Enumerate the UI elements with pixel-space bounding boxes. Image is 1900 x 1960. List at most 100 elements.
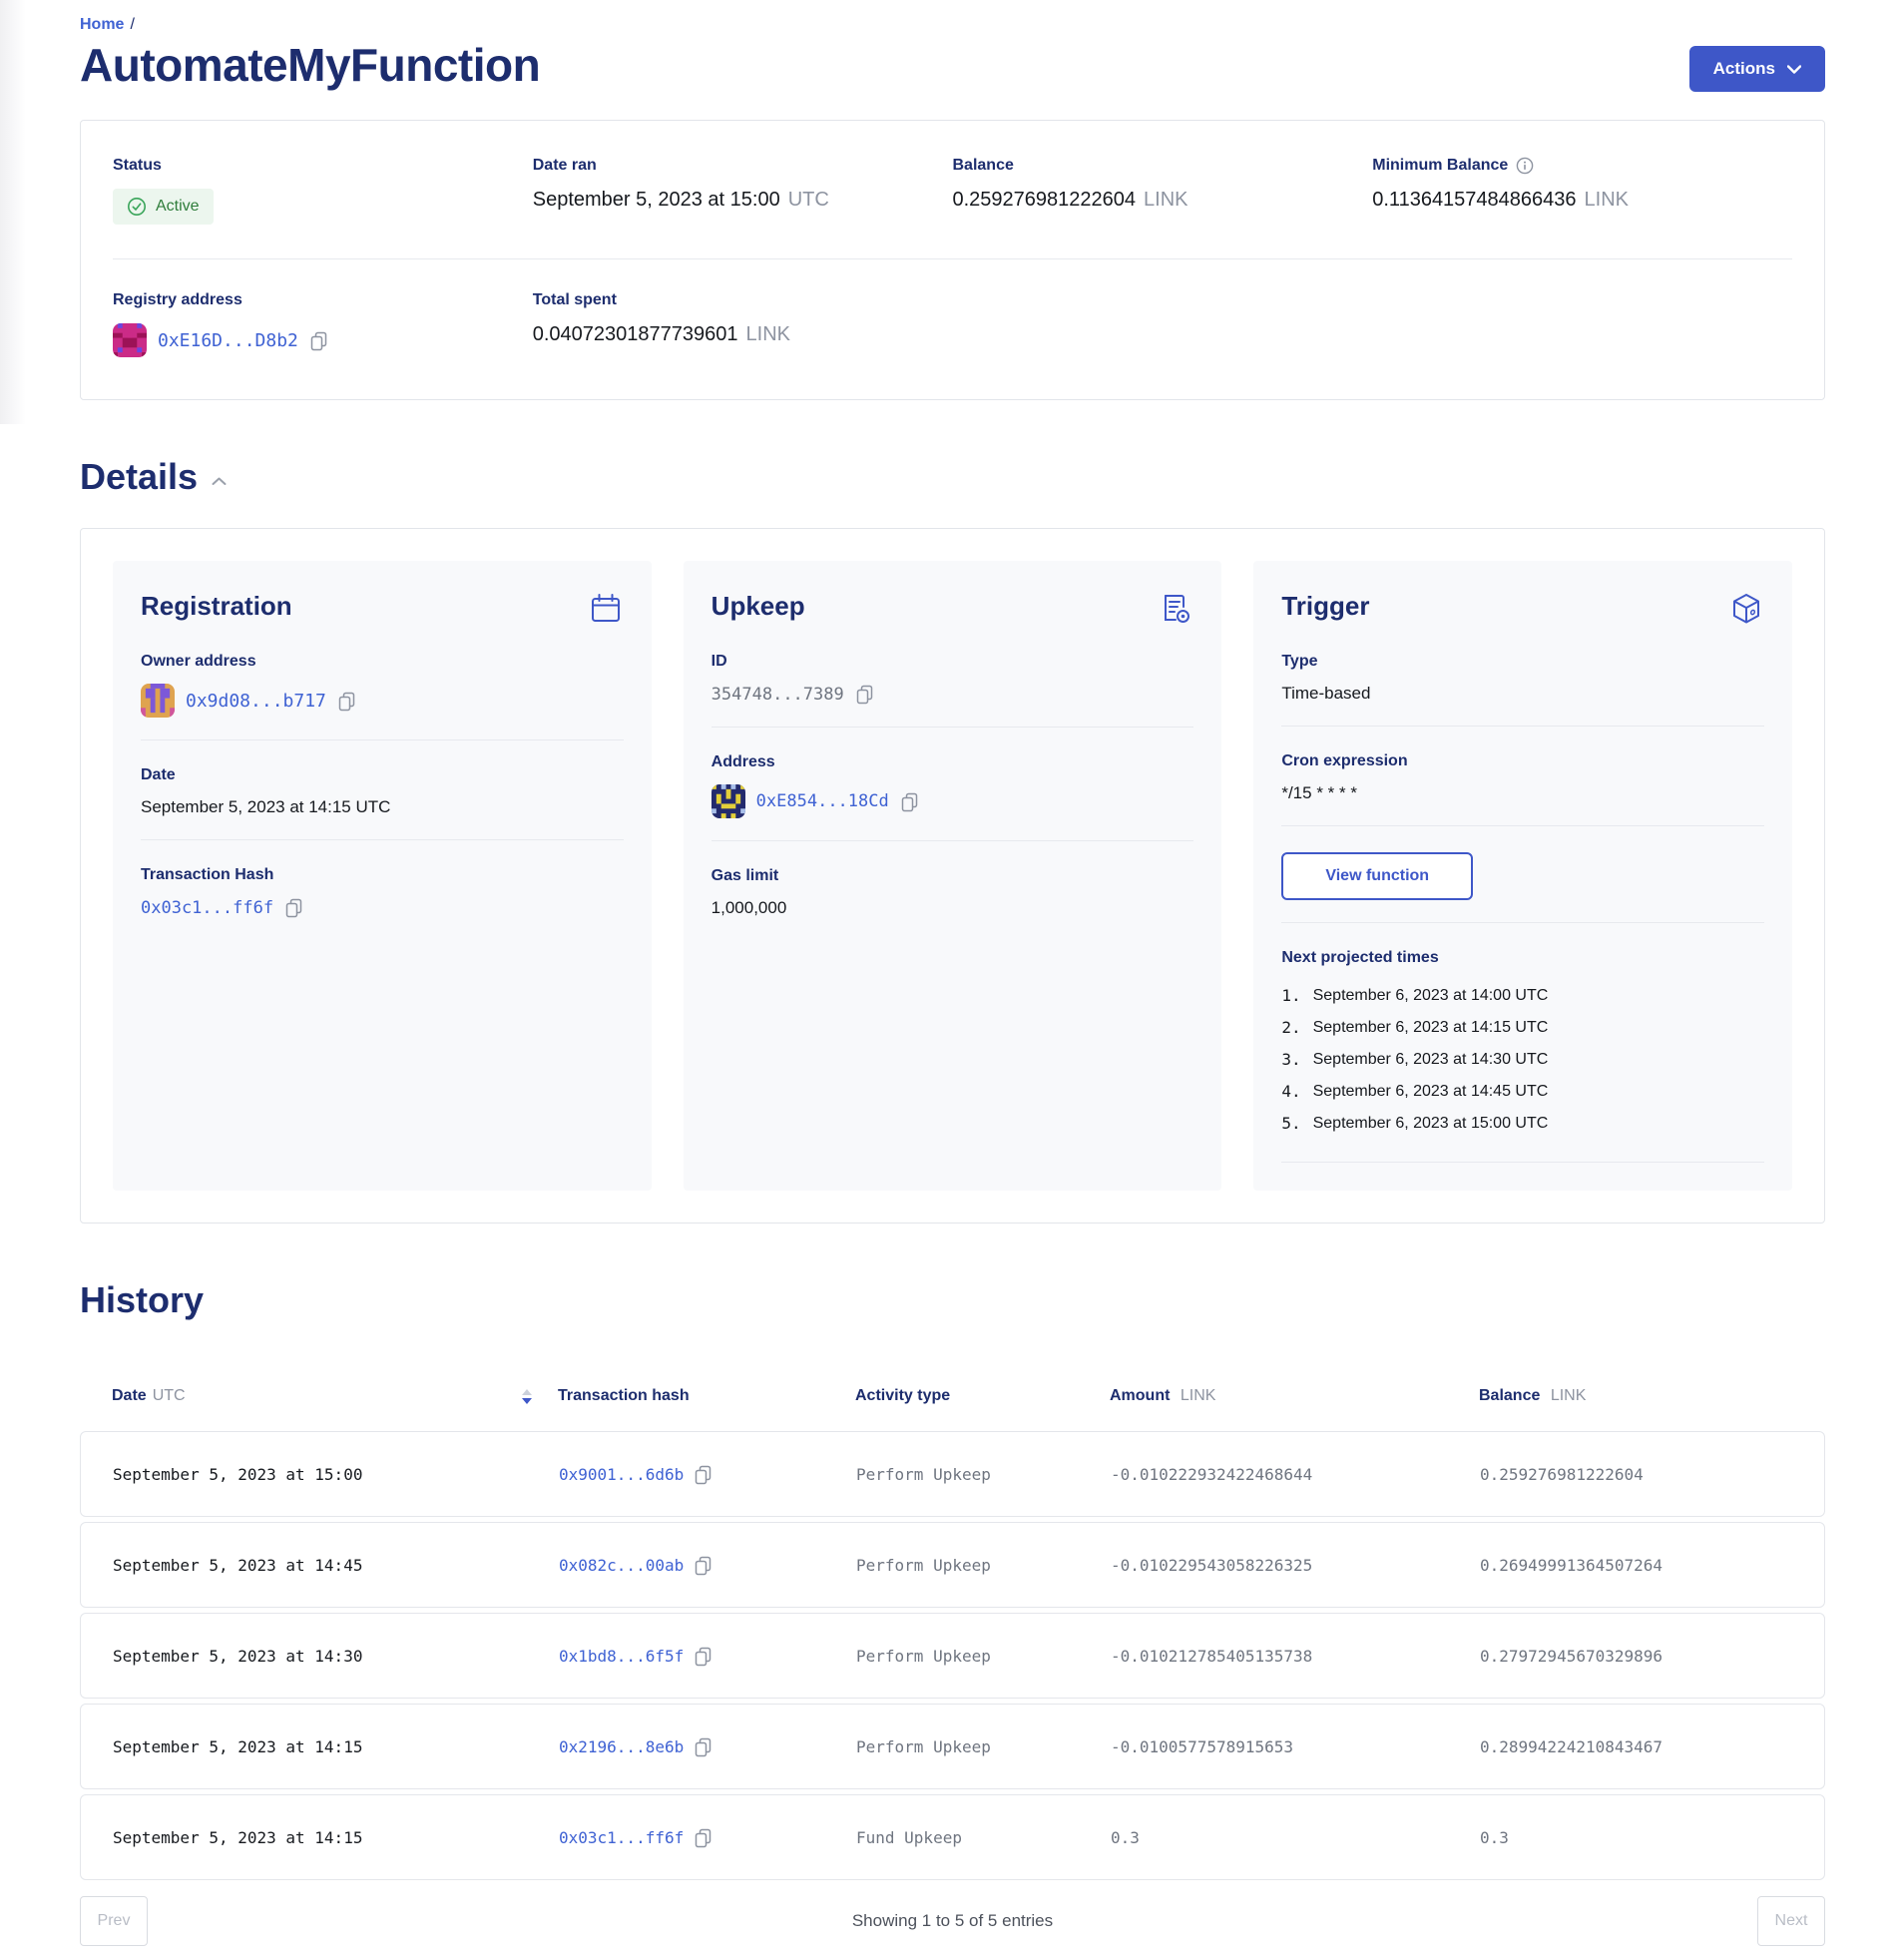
column-header-activity: Activity type [855,1387,1110,1405]
table-row: September 5, 2023 at 14:45 0x082c...00ab… [80,1522,1825,1608]
registration-tx-group: Transaction Hash 0x03c1...ff6f [141,866,624,940]
row-hash-link[interactable]: 0x9001...6d6b [559,1465,684,1484]
copy-icon[interactable] [900,791,919,812]
registry-address-link[interactable]: 0xE16D...D8b2 [158,330,298,351]
breadcrumb-separator: / [130,16,134,33]
column-header-balance: Balance LINK [1479,1387,1793,1405]
status-card-row-1: Status Active Date ran September 5, 2023… [113,157,1792,225]
upkeep-id-group: ID 354748...7389 [712,653,1194,728]
row-amount: 0.3 [1111,1828,1480,1847]
date-ran-field: Date ran September 5, 2023 at 15:00UTC [533,157,953,225]
copy-icon[interactable] [694,1827,712,1848]
date-header-label: Date [112,1387,147,1405]
sort-descending-icon[interactable] [522,1389,532,1404]
next-times-group: Next projected times 1.September 6, 2023… [1281,949,1764,1163]
cron-value: */15 * * * * [1281,783,1764,803]
date-ran-unit: UTC [788,189,829,212]
item-time: September 6, 2023 at 14:00 UTC [1313,980,1549,1012]
registry-label: Registry address [113,291,533,309]
upkeep-identicon [712,784,745,818]
copy-icon[interactable] [284,897,303,918]
next-button[interactable]: Next [1757,1896,1825,1946]
table-row: September 5, 2023 at 14:30 0x1bd8...6f5f… [80,1613,1825,1699]
row-date: September 5, 2023 at 14:30 [113,1647,559,1666]
copy-icon[interactable] [694,1555,712,1576]
status-badge-label: Active [156,198,200,216]
status-field: Status Active [113,157,533,225]
copy-icon[interactable] [309,330,328,351]
actions-button[interactable]: Actions [1689,46,1825,92]
upkeep-id-label: ID [712,653,1194,671]
copy-icon[interactable] [855,684,874,705]
trigger-card: Trigger Type Time-based Cron expression … [1253,561,1792,1191]
item-time: September 6, 2023 at 15:00 UTC [1313,1108,1549,1140]
row-amount: -0.010212785405135738 [1111,1647,1480,1666]
document-gear-icon [1158,591,1193,627]
item-time: September 6, 2023 at 14:30 UTC [1313,1044,1549,1076]
row-hash-link[interactable]: 0x2196...8e6b [559,1737,684,1756]
list-item: 4.September 6, 2023 at 14:45 UTC [1281,1076,1764,1108]
upkeep-title: Upkeep [712,591,805,622]
item-number: 4. [1281,1076,1300,1108]
registration-date-value: September 5, 2023 at 14:15 UTC [141,797,624,817]
breadcrumb-home-link[interactable]: Home [80,16,124,33]
row-hash-link[interactable]: 0x03c1...ff6f [559,1828,684,1847]
upkeep-address-group: Address 0xE854...18Cd [712,753,1194,841]
page-title: AutomateMyFunction [80,40,540,91]
upkeep-id-value: 354748...7389 [712,685,844,705]
view-function-button[interactable]: View function [1281,852,1473,900]
total-spent-label: Total spent [533,291,953,309]
history-heading-label: History [80,1279,204,1321]
amount-header-label: Amount [1110,1387,1170,1404]
row-hash-link[interactable]: 0x082c...00ab [559,1556,684,1575]
row-balance: 0.28994224210843467 [1480,1737,1792,1756]
actions-button-label: Actions [1713,59,1775,79]
total-spent-value: 0.04072301877739601 [533,323,738,346]
row-activity: Perform Upkeep [856,1465,1111,1484]
item-number: 3. [1281,1044,1300,1076]
owner-address-link[interactable]: 0x9d08...b717 [186,691,326,712]
list-item: 3. September 6, 2023 at 14:30 UTC [1281,1044,1764,1076]
prev-button[interactable]: Prev [80,1896,148,1946]
copy-icon[interactable] [694,1736,712,1757]
history-rows: September 5, 2023 at 15:00 0x9001...6d6b… [80,1431,1825,1880]
row-hash-link[interactable]: 0x1bd8...6f5f [559,1647,684,1666]
balance-header-label: Balance [1479,1387,1540,1404]
status-card-row-2: Registry address 0xE16D...D8b2 Total spe… [113,291,1792,357]
info-icon[interactable] [1516,157,1534,175]
left-edge-shadow [0,0,26,424]
table-row: September 5, 2023 at 15:00 0x9001...6d6b… [80,1431,1825,1517]
status-badge: Active [113,189,214,225]
row-date: September 5, 2023 at 15:00 [113,1465,559,1484]
registration-date-group: Date September 5, 2023 at 14:15 UTC [141,766,624,840]
registry-field: Registry address 0xE16D...D8b2 [113,291,533,357]
page: Home / AutomateMyFunction Actions Status … [0,0,1900,1960]
registry-identicon [113,323,147,357]
registration-title: Registration [141,591,292,622]
cron-label: Cron expression [1281,752,1764,770]
trigger-type-value: Time-based [1281,684,1764,704]
row-date: September 5, 2023 at 14:15 [113,1737,559,1756]
registration-tx-link[interactable]: 0x03c1...ff6f [141,898,273,918]
balance-field: Balance 0.259276981222604LINK [953,157,1373,225]
details-card: Registration Owner address 0x9d08...b717 [80,528,1825,1224]
row-date: September 5, 2023 at 14:45 [113,1556,559,1575]
copy-icon[interactable] [337,691,356,712]
column-header-hash: Transaction hash [558,1387,855,1405]
date-ran-value: September 5, 2023 at 15:00 [533,189,780,212]
upkeep-card: Upkeep ID 354748...7389 Address [684,561,1222,1191]
list-item: 5.September 6, 2023 at 15:00 UTC [1281,1108,1764,1140]
item-number: 2. [1281,1012,1300,1044]
owner-address-label: Owner address [141,653,624,671]
row-amount: -0.010229543058226325 [1111,1556,1480,1575]
copy-icon[interactable] [694,1464,712,1485]
copy-icon[interactable] [694,1646,712,1667]
row-activity: Perform Upkeep [856,1556,1111,1575]
trigger-type-label: Type [1281,653,1764,671]
balance-value: 0.259276981222604 [953,189,1137,212]
row-balance: 0.27972945670329896 [1480,1647,1792,1666]
upkeep-address-link[interactable]: 0xE854...18Cd [756,791,889,811]
check-circle-icon [127,197,147,217]
chevron-up-icon[interactable] [212,477,227,486]
min-balance-value: 0.11364157484866436 [1372,189,1576,212]
